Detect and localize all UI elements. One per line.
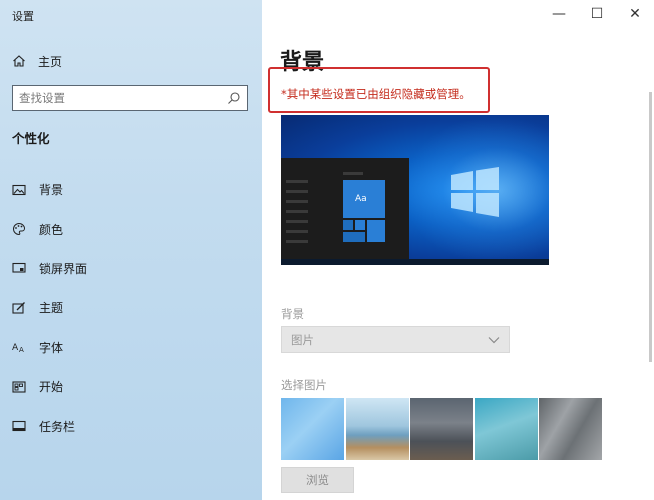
picture-thumbnail[interactable] <box>281 398 344 460</box>
picture-thumbnail[interactable] <box>410 398 473 460</box>
policy-notice: *其中某些设置已由组织隐藏或管理。 <box>281 87 471 101</box>
sidebar: 设置 主页 个性化 背景 颜色 锁屏界面 <box>0 0 262 500</box>
picture-thumbnails <box>281 398 602 460</box>
search-icon[interactable] <box>227 91 241 105</box>
preview-start-menu: Aa <box>281 158 409 259</box>
sidebar-item-colors[interactable]: 颜色 <box>0 209 262 248</box>
lockscreen-icon <box>12 261 26 275</box>
app-title: 设置 <box>12 10 34 23</box>
minimize-button[interactable]: — <box>540 0 578 28</box>
background-type-dropdown[interactable]: 图片 <box>281 326 510 353</box>
picture-icon <box>12 183 26 197</box>
sidebar-item-taskbar[interactable]: 任务栏 <box>0 406 262 445</box>
preview-menu-line <box>286 210 308 213</box>
svg-text:A: A <box>19 346 24 354</box>
svg-text:A: A <box>12 343 19 353</box>
sidebar-item-label: 锁屏界面 <box>39 261 88 276</box>
browse-button[interactable]: 浏览 <box>281 467 354 493</box>
sidebar-item-home[interactable]: 主页 <box>12 50 252 72</box>
sidebar-item-label: 开始 <box>39 380 64 395</box>
palette-icon <box>12 222 26 236</box>
picture-thumbnail[interactable] <box>539 398 602 460</box>
preview-tile-aa: Aa <box>343 180 385 218</box>
sidebar-item-background[interactable]: 背景 <box>0 170 262 209</box>
sidebar-item-label: 字体 <box>39 340 64 355</box>
sidebar-item-lockscreen[interactable]: 锁屏界面 <box>0 249 262 288</box>
choose-picture-label: 选择图片 <box>281 378 327 392</box>
home-icon <box>12 54 26 68</box>
windows-logo-icon <box>451 167 499 217</box>
search-box[interactable] <box>12 85 248 111</box>
font-icon: AA <box>12 340 26 354</box>
sidebar-nav: 背景 颜色 锁屏界面 主题 AA 字体 开始 任务栏 <box>0 170 262 446</box>
window-controls: — ☐ ✕ <box>540 0 654 28</box>
preview-tile <box>355 220 365 230</box>
sidebar-item-start[interactable]: 开始 <box>0 367 262 406</box>
preview-menu-line <box>286 220 308 223</box>
preview-taskbar <box>281 259 549 265</box>
scrollbar[interactable] <box>649 92 652 362</box>
preview-menu-line <box>286 200 308 203</box>
sidebar-item-label: 颜色 <box>39 222 64 237</box>
theme-icon <box>12 301 26 315</box>
preview-tile <box>343 220 353 230</box>
sidebar-item-fonts[interactable]: AA 字体 <box>0 328 262 367</box>
start-icon <box>12 380 26 394</box>
background-label: 背景 <box>281 307 304 321</box>
preview-tile-text: Aa <box>355 194 367 204</box>
home-label: 主页 <box>38 54 63 69</box>
sidebar-item-label: 任务栏 <box>39 419 76 434</box>
sidebar-item-themes[interactable]: 主题 <box>0 288 262 327</box>
close-button[interactable]: ✕ <box>616 0 654 28</box>
preview-menu-line <box>286 190 308 193</box>
preview-tile <box>343 232 365 242</box>
section-title: 个性化 <box>12 131 50 146</box>
preview-menu-line <box>286 230 308 233</box>
picture-thumbnail[interactable] <box>474 398 538 460</box>
preview-tile <box>367 220 385 242</box>
preview-menu-line <box>286 240 308 243</box>
search-input[interactable] <box>19 91 227 105</box>
sidebar-item-label: 背景 <box>39 183 64 198</box>
preview-menu-line <box>286 180 308 183</box>
desktop-preview: Aa <box>281 115 549 265</box>
chevron-down-icon <box>488 336 500 343</box>
taskbar-icon <box>12 419 26 433</box>
maximize-button[interactable]: ☐ <box>578 0 616 28</box>
sidebar-item-label: 主题 <box>39 301 64 316</box>
preview-menu-line <box>343 172 363 175</box>
dropdown-value: 图片 <box>291 332 314 347</box>
main-panel: — ☐ ✕ 背景 *其中某些设置已由组织隐藏或管理。 Aa 背景 图片 选择图片… <box>262 0 654 500</box>
picture-thumbnail[interactable] <box>345 398 409 460</box>
